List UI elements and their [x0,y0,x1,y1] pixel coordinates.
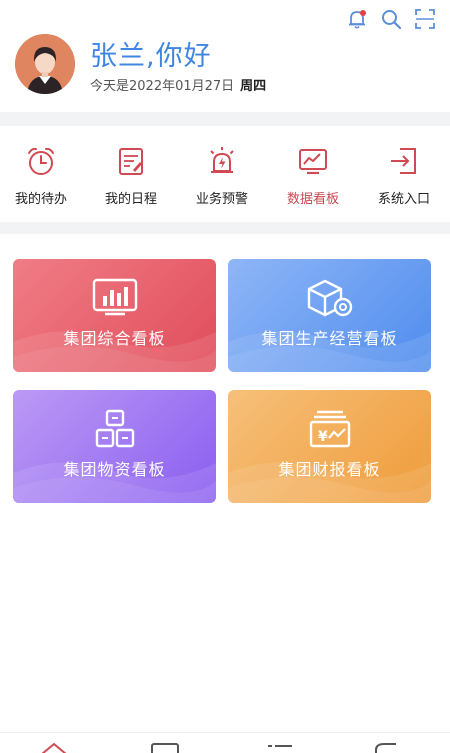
card-label: 集团生产经营看板 [261,329,398,348]
home-tab-icon[interactable] [37,739,71,753]
nav-label: 业务预警 [195,192,248,207]
nav-item-dashboard[interactable]: 数据看板 [268,144,358,207]
nav-item-alert[interactable]: 业务预警 [177,144,267,207]
box-gear-icon [228,277,431,321]
card-group-financial[interactable]: ¥ 集团财报看板 [228,390,431,503]
svg-text:¥: ¥ [318,429,328,445]
section-divider [0,112,450,126]
calendar-note-icon [114,144,148,178]
date-text: 今天是2022年01月27日 [90,79,235,94]
card-label: 集团物资看板 [63,460,166,479]
monitor-chart-icon [296,144,330,178]
tab-2-icon[interactable] [148,739,182,753]
quick-nav: 我的待办 我的日程 业务预警 数据看板 系统入口 [0,126,450,222]
bottom-tabbar [0,732,450,753]
card-label: 集团财报看板 [278,460,381,479]
nav-label: 数据看板 [286,192,339,207]
weekday-text: 周四 [240,79,267,94]
enter-icon [387,144,421,178]
card-group-production[interactable]: 集团生产经营看板 [228,259,431,372]
header: 张兰,你好 今天是2022年01月27日 周四 [0,0,450,112]
bar-chart-board-icon [13,277,216,317]
card-group-comprehensive[interactable]: 集团综合看板 [13,259,216,372]
nav-item-schedule[interactable]: 我的日程 [86,144,176,207]
date-line: 今天是2022年01月27日 周四 [90,75,266,94]
search-icon[interactable] [380,8,402,30]
stacked-boxes-icon [13,408,216,450]
alarm-clock-icon [24,144,58,178]
card-label: 集团综合看板 [63,329,166,348]
nav-item-system-entry[interactable]: 系统入口 [359,144,449,207]
nav-label: 我的待办 [14,192,67,207]
yuan-report-icon: ¥ [228,408,431,450]
top-toolbar [346,8,436,30]
nav-item-todo[interactable]: 我的待办 [0,144,86,207]
section-divider [0,222,450,234]
tab-3-icon[interactable] [262,739,296,753]
avatar[interactable] [15,34,75,94]
tab-4-icon[interactable] [370,739,404,753]
siren-icon [205,144,239,178]
bell-icon[interactable] [346,8,368,30]
scan-icon[interactable] [414,8,436,30]
notification-dot [360,10,366,16]
greeting-title: 张兰,你好 [90,41,212,72]
nav-label: 系统入口 [377,192,430,207]
nav-label: 我的日程 [104,192,157,207]
card-group-materials[interactable]: 集团物资看板 [13,390,216,503]
